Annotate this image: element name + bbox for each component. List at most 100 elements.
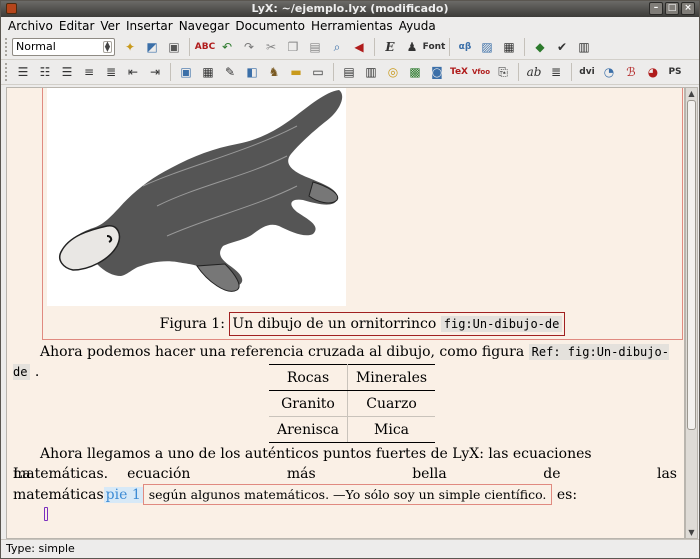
figure-label-inset[interactable]: fig:Un-dibujo-de (440, 316, 563, 332)
status-bar: Type: simple (1, 539, 699, 558)
menu-ver[interactable]: Ver (97, 17, 123, 35)
insert-citation-icon[interactable]: ◎ (382, 62, 404, 82)
toolbar-grip[interactable] (5, 63, 9, 81)
toolbar-separator (449, 38, 450, 56)
word: las (656, 466, 677, 482)
redo-icon[interactable]: ↷ (238, 37, 260, 57)
insert-float-icon[interactable]: ◙ (426, 62, 448, 82)
toolbar-grip[interactable] (5, 38, 9, 56)
itemize-list-icon[interactable]: ☰ (12, 62, 34, 82)
insert-grid-icon[interactable]: ▦ (197, 62, 219, 82)
view-pdf-icon[interactable]: ℬ (620, 62, 642, 82)
view-ps-icon[interactable]: PS (664, 62, 686, 82)
insert-tex-code-icon[interactable]: TeX (448, 62, 470, 82)
table-cell[interactable]: Cuarzo (347, 390, 436, 417)
insert-note-icon[interactable]: ✎ (219, 62, 241, 82)
reference-end: . (34, 364, 40, 380)
decrease-depth-icon[interactable]: ⇤ (122, 62, 144, 82)
insert-index-icon[interactable]: ▤ (338, 62, 360, 82)
menu-ayuda[interactable]: Ayuda (396, 17, 439, 35)
align-left-icon[interactable]: ≡ (78, 62, 100, 82)
menu-archivo[interactable]: Archivo (5, 17, 56, 35)
menu-editar[interactable]: Editar (56, 17, 98, 35)
cut-icon[interactable]: ✂ (260, 37, 282, 57)
paragraph-style-combo[interactable]: Normal ▲ ▼ (12, 38, 115, 56)
undo-icon[interactable]: ↶ (216, 37, 238, 57)
text-style-icon[interactable]: ab (523, 62, 545, 82)
align-center-icon[interactable]: ≣ (100, 62, 122, 82)
menu-bar: Archivo Editar Ver Insertar Navegar Docu… (1, 17, 699, 35)
word: de (543, 466, 561, 482)
new-document-icon[interactable]: ✦ (119, 37, 141, 57)
table-cell[interactable]: Granito (269, 390, 348, 417)
paragraph-settings-icon[interactable]: ≣ (545, 62, 567, 82)
title-bar: LyX: ~/ejemplo.lyx (modificado) – □ × (1, 1, 699, 17)
insert-footnote-icon[interactable]: ◧ (241, 62, 263, 82)
save-icon[interactable]: ▣ (163, 37, 185, 57)
menu-navegar[interactable]: Navegar (176, 17, 233, 35)
reference-text: Ahora podemos hacer una referencia cruza… (40, 344, 525, 360)
copy-icon[interactable]: ❐ (282, 37, 304, 57)
footnote-inset[interactable]: según algunos matemáticos. —Yo sólo soy … (142, 484, 553, 505)
vertical-scrollbar[interactable]: ▲ ▼ (685, 87, 698, 539)
open-document-icon[interactable]: ◩ (141, 37, 163, 57)
insert-vfoo-icon[interactable]: Vfoo (470, 62, 492, 82)
table-header-cell[interactable]: Rocas (269, 364, 348, 391)
insert-folder-icon[interactable]: ▬ (285, 62, 307, 82)
equation-paragraph-line3[interactable]: matemáticas pie 1 según algunos matemático… (13, 484, 677, 505)
equation-paragraph-line2[interactable]: La ecuación más bella de las (13, 464, 677, 484)
toc-icon[interactable]: ▥ (573, 37, 595, 57)
word: La (13, 466, 31, 482)
minimize-button[interactable]: – (649, 2, 663, 15)
insert-graphics-icon[interactable]: ▨ (476, 37, 498, 57)
word: más (286, 466, 316, 482)
update-view-icon[interactable]: ✔ (551, 37, 573, 57)
enumerate-list-icon[interactable]: ☷ (34, 62, 56, 82)
figure-caption[interactable]: Figura 1: Un dibujo de un ornitorrinco f… (43, 310, 682, 338)
font-settings-icon[interactable]: Font (423, 37, 446, 57)
close-button[interactable]: × (681, 2, 695, 15)
math-cursor[interactable] (44, 507, 48, 521)
insert-image-icon[interactable]: ▣ (175, 62, 197, 82)
insert-math-icon[interactable]: αβ (454, 37, 476, 57)
lyx-window: LyX: ~/ejemplo.lyx (modificado) – □ × Ar… (0, 0, 700, 559)
noun-icon[interactable]: ♟ (401, 37, 423, 57)
paste-icon[interactable]: ▤ (304, 37, 326, 57)
menu-documento[interactable]: Documento (232, 17, 308, 35)
find-icon[interactable]: ⌕ (326, 37, 348, 57)
insert-hyperlink-icon[interactable]: ♞ (263, 62, 285, 82)
insert-table-icon[interactable]: ▦ (498, 37, 520, 57)
spellcheck-icon[interactable]: ABC (194, 37, 216, 57)
caption-prefix: Figura 1: (159, 316, 225, 332)
caption-inset[interactable]: Un dibujo de un ornitorrinco fig:Un-dibu… (229, 312, 566, 336)
description-list-icon[interactable]: ☰ (56, 62, 78, 82)
maximize-button[interactable]: □ (665, 2, 679, 15)
increase-depth-icon[interactable]: ⇥ (144, 62, 166, 82)
table-cell[interactable]: Mica (347, 416, 436, 443)
emphasis-icon[interactable]: E (379, 37, 401, 57)
word: bella (412, 466, 447, 482)
view-dvi-icon[interactable]: ◆ (529, 37, 551, 57)
table-header-cell[interactable]: Minerales (347, 364, 436, 391)
scroll-down-icon[interactable]: ▼ (686, 527, 697, 538)
attach-icon[interactable]: ⎘ (492, 62, 514, 82)
toolbar-separator (170, 63, 171, 81)
toolbar-extra: ☰ ☷ ☰ ≡ ≣ ⇤ ⇥ ▣ ▦ ✎ ◧ ♞ ▬ ▭ ▤ ▥ ◎ ▩ ◙ Te… (1, 60, 699, 85)
update-pdf-icon[interactable]: ◕ (642, 62, 664, 82)
insert-include-icon[interactable]: ▩ (404, 62, 426, 82)
scrollbar-thumb[interactable] (687, 100, 696, 430)
figure-float[interactable]: Figura 1: Un dibujo de un ornitorrinco f… (42, 88, 683, 340)
document-area[interactable]: Figura 1: Un dibujo de un ornitorrinco f… (6, 87, 685, 539)
menu-herramientas[interactable]: Herramientas (308, 17, 396, 35)
menu-insertar[interactable]: Insertar (123, 17, 176, 35)
toolbar-separator (374, 38, 375, 56)
insert-label-icon[interactable]: ▥ (360, 62, 382, 82)
navigate-back-icon[interactable]: ◀ (348, 37, 370, 57)
view-dvi-doc-icon[interactable]: dvi (576, 62, 598, 82)
table-cell[interactable]: Arenisca (269, 416, 348, 443)
minerals-table[interactable]: Rocas Minerales Granito Cuarzo Arenisca … (269, 364, 436, 443)
scroll-up-icon[interactable]: ▲ (686, 88, 697, 99)
view-pdf-update-icon[interactable]: ◔ (598, 62, 620, 82)
footnote-label[interactable]: pie 1 (103, 487, 143, 503)
insert-box-icon[interactable]: ▭ (307, 62, 329, 82)
